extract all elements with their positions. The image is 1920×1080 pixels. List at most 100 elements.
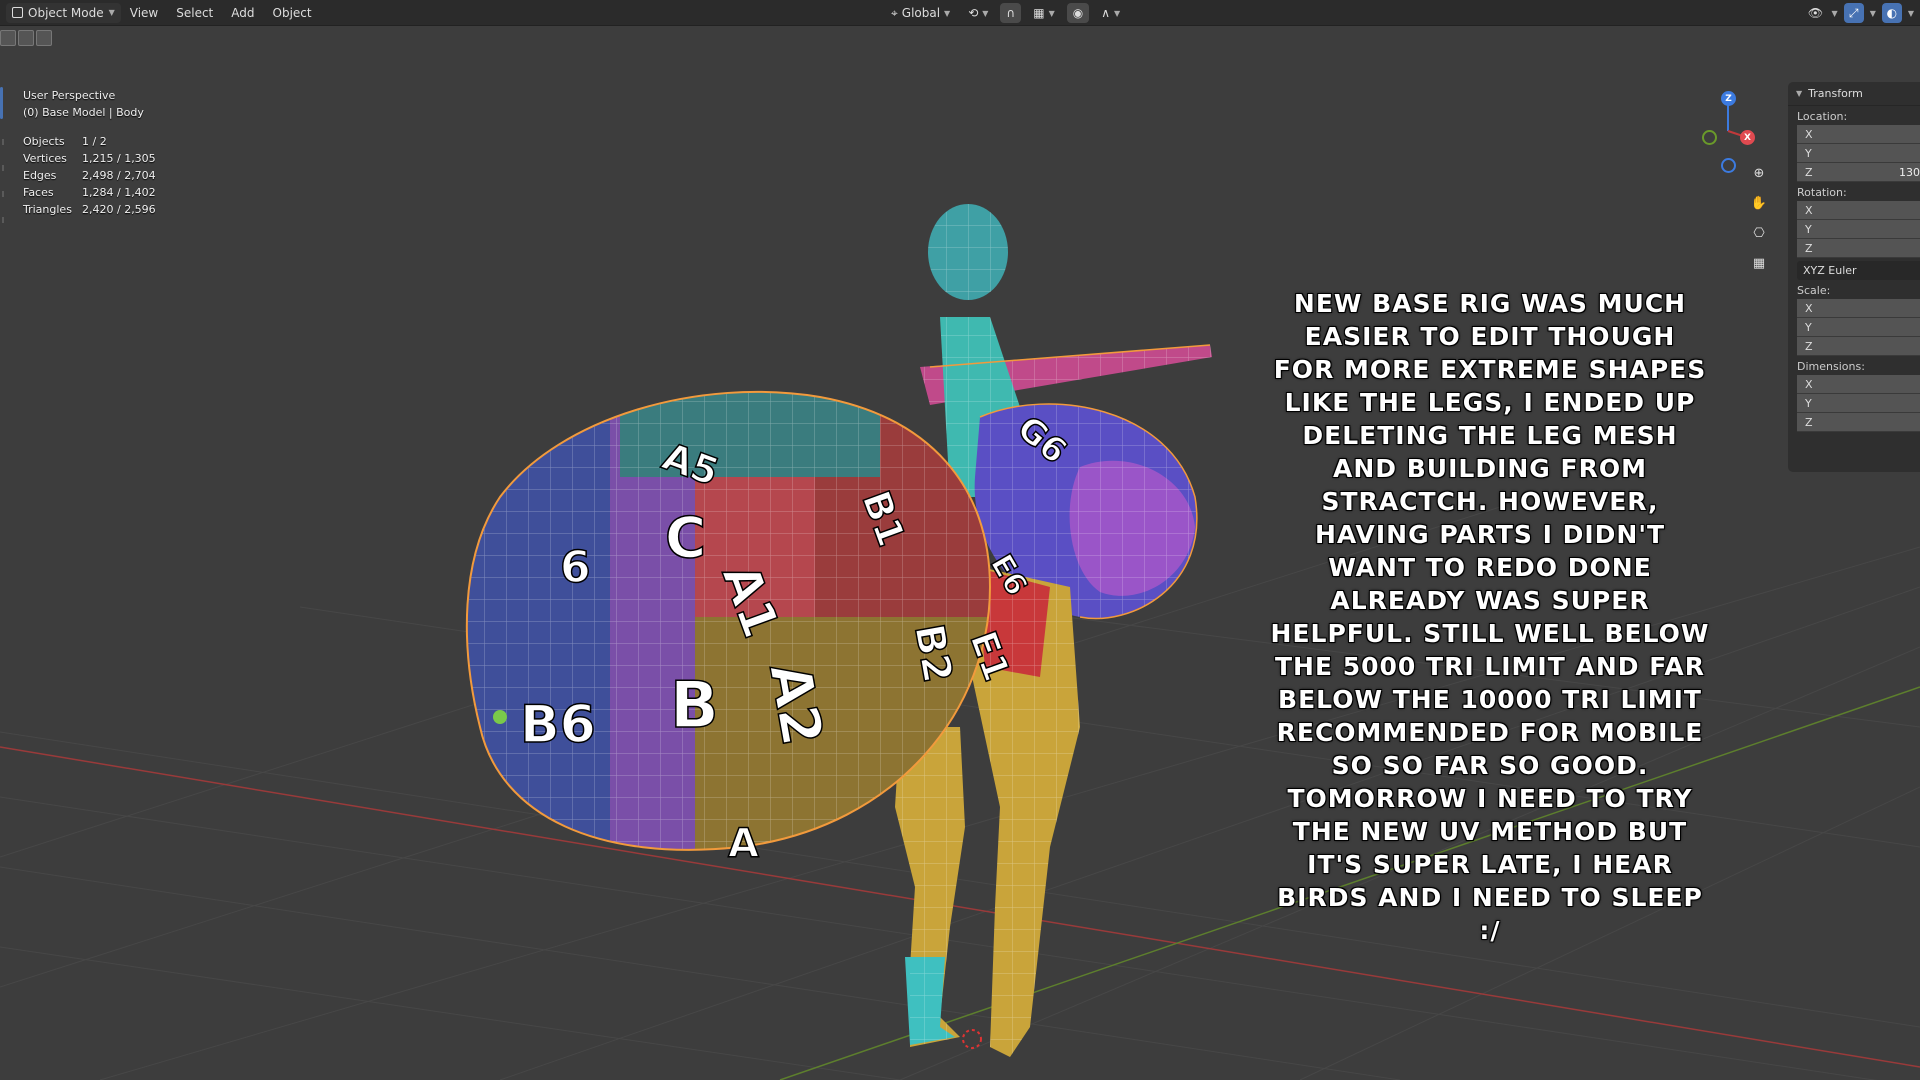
scene-statistics: Objects 1 / 2 Vertices 1,215 / 1,305 Edges…: [23, 135, 156, 220]
select-extend-icon[interactable]: [18, 30, 34, 46]
active-collection: (0) Base Model | Body: [23, 106, 144, 119]
stat-value: 2,420 / 2,596: [82, 203, 156, 216]
chevron-down-icon: ▼: [108, 8, 115, 17]
dimensions-x-field[interactable]: X: [1797, 375, 1920, 394]
pivot-icon: ⟲: [968, 6, 979, 20]
stat-label: Objects: [23, 135, 65, 148]
stat-row: Edges 2,498 / 2,704: [23, 169, 156, 186]
stat-value: 1 / 2: [82, 135, 107, 148]
menu-object[interactable]: Object: [264, 0, 321, 26]
uv-label-a: A: [728, 821, 759, 867]
chevron-down-icon: ▼: [1114, 8, 1121, 18]
view-perspective: User Perspective: [23, 89, 116, 102]
proportional-edit-icon: ◉: [1072, 6, 1084, 20]
snap-toggle[interactable]: ∩: [1000, 3, 1022, 23]
rotation-label: Rotation:: [1797, 186, 1847, 199]
location-label: Location:: [1797, 110, 1848, 123]
axis-label: Y: [1805, 146, 1812, 160]
proportional-edit-toggle[interactable]: ◉: [1066, 3, 1090, 23]
stat-value: 1,215 / 1,305: [82, 152, 156, 165]
chevron-down-icon: ▼: [944, 8, 951, 18]
rotation-x-field[interactable]: X: [1797, 201, 1920, 220]
grid-snap-icon: ▦: [1033, 6, 1045, 20]
scale-y-field[interactable]: Y: [1797, 318, 1920, 337]
rotation-y-field[interactable]: Y: [1797, 220, 1920, 239]
annotation-caption: New base rig was much easier to edit tho…: [1270, 289, 1710, 945]
axis-label: Z: [1805, 339, 1813, 353]
transform-tools: ⌖ Global ▼ ⟲ ▼ ∩ ▦ ▼ ◉ ∧ ▼: [885, 3, 1126, 23]
select-subtract-icon[interactable]: [36, 30, 52, 46]
x-axis-handle[interactable]: X: [1740, 130, 1755, 145]
chevron-down-icon[interactable]: ▼: [1832, 9, 1838, 18]
object-mode-icon: [12, 7, 23, 18]
falloff-button[interactable]: ∧ ▼: [1095, 3, 1126, 23]
falloff-curve-icon: ∧: [1101, 6, 1110, 20]
select-box-icon[interactable]: [0, 30, 16, 46]
axis-label: X: [1805, 203, 1813, 217]
camera-view-icon[interactable]: ⎔: [1747, 221, 1771, 245]
active-tool-marker[interactable]: [0, 87, 3, 119]
uv-label-b: B: [670, 669, 719, 743]
viewport-header: Object Mode ▼ View Select Add Object ⌖ G…: [0, 0, 1920, 26]
chevron-down-icon: ▼: [1796, 89, 1803, 98]
dimensions-label: Dimensions:: [1797, 360, 1865, 373]
character-mesh: A5 A1 B1 C 6 B6 B A2 B2 E1 E6 G6 A: [465, 204, 1212, 1057]
menu-view[interactable]: View: [121, 0, 167, 26]
pivot-point-button[interactable]: ⟲ ▼: [962, 3, 994, 23]
orientation-dropdown[interactable]: ⌖ Global ▼: [885, 3, 956, 23]
uv-label-c: C: [665, 506, 706, 571]
object-origin[interactable]: [493, 710, 507, 724]
gizmo-toggle-icon[interactable]: ⤢: [1843, 3, 1864, 23]
3d-viewport[interactable]: A5 A1 B1 C 6 B6 B A2 B2 E1 E6 G6 A User …: [0, 27, 1920, 1080]
z-negative-handle[interactable]: [1721, 158, 1736, 173]
menu-select[interactable]: Select: [167, 0, 222, 26]
y-negative-handle[interactable]: [1702, 130, 1717, 145]
z-axis-handle[interactable]: Z: [1721, 91, 1736, 106]
location-z-field[interactable]: Z 130: [1797, 163, 1920, 182]
axis-label: Z: [1805, 415, 1813, 429]
orientation-label: Global: [901, 6, 941, 20]
orientation-icon: ⌖: [891, 5, 898, 20]
axis-label: X: [1805, 127, 1813, 141]
navigation-gizmo[interactable]: Z X: [1700, 89, 1760, 173]
zoom-icon[interactable]: ⊕: [1747, 161, 1771, 185]
menu-add[interactable]: Add: [222, 0, 263, 26]
axis-label: Z: [1805, 241, 1813, 255]
dimensions-y-field[interactable]: Y: [1797, 394, 1920, 413]
mode-label: Object Mode: [28, 5, 104, 20]
mode-selector[interactable]: Object Mode ▼: [6, 2, 121, 23]
transform-header[interactable]: ▼ Transform: [1788, 82, 1920, 106]
stat-label: Faces: [23, 186, 54, 199]
pan-hand-icon[interactable]: ✋: [1747, 191, 1771, 215]
chevron-down-icon[interactable]: ▼: [1870, 9, 1876, 18]
stat-row: Vertices 1,215 / 1,305: [23, 152, 156, 169]
uv-label-b6: B6: [520, 695, 596, 755]
perspective-grid-icon[interactable]: ▦: [1747, 251, 1771, 275]
chevron-down-icon: ▼: [1048, 8, 1055, 18]
3d-cursor[interactable]: [962, 1029, 982, 1049]
location-y-field[interactable]: Y: [1797, 144, 1920, 163]
rotation-z-field[interactable]: Z: [1797, 239, 1920, 258]
chevron-down-icon: ▼: [982, 8, 989, 18]
overlays-toggle-icon[interactable]: ◐: [1881, 3, 1902, 23]
location-z-value: 130: [1899, 165, 1920, 179]
rotation-mode-dropdown[interactable]: XYZ Euler: [1797, 261, 1920, 280]
uv-label-6: 6: [560, 542, 591, 593]
chevron-down-icon[interactable]: ▼: [1908, 9, 1914, 18]
scale-x-field[interactable]: X: [1797, 299, 1920, 318]
stat-row: Faces 1,284 / 1,402: [23, 186, 156, 203]
axis-label: X: [1805, 301, 1813, 315]
axis-label: Z: [1805, 165, 1813, 179]
axis-label: X: [1805, 377, 1813, 391]
transform-title: Transform: [1808, 87, 1863, 100]
location-x-field[interactable]: X: [1797, 125, 1920, 144]
scale-z-field[interactable]: Z: [1797, 337, 1920, 356]
stat-row: Triangles 2,420 / 2,596: [23, 203, 156, 220]
stat-row: Objects 1 / 2: [23, 135, 156, 152]
selection-mode-tools: [0, 30, 52, 46]
dimensions-z-field[interactable]: Z: [1797, 413, 1920, 432]
snap-target-button[interactable]: ▦ ▼: [1027, 3, 1061, 23]
visibility-eye-icon[interactable]: 👁: [1806, 3, 1826, 23]
stat-label: Triangles: [23, 203, 72, 216]
toolbar-strip: [0, 87, 5, 417]
